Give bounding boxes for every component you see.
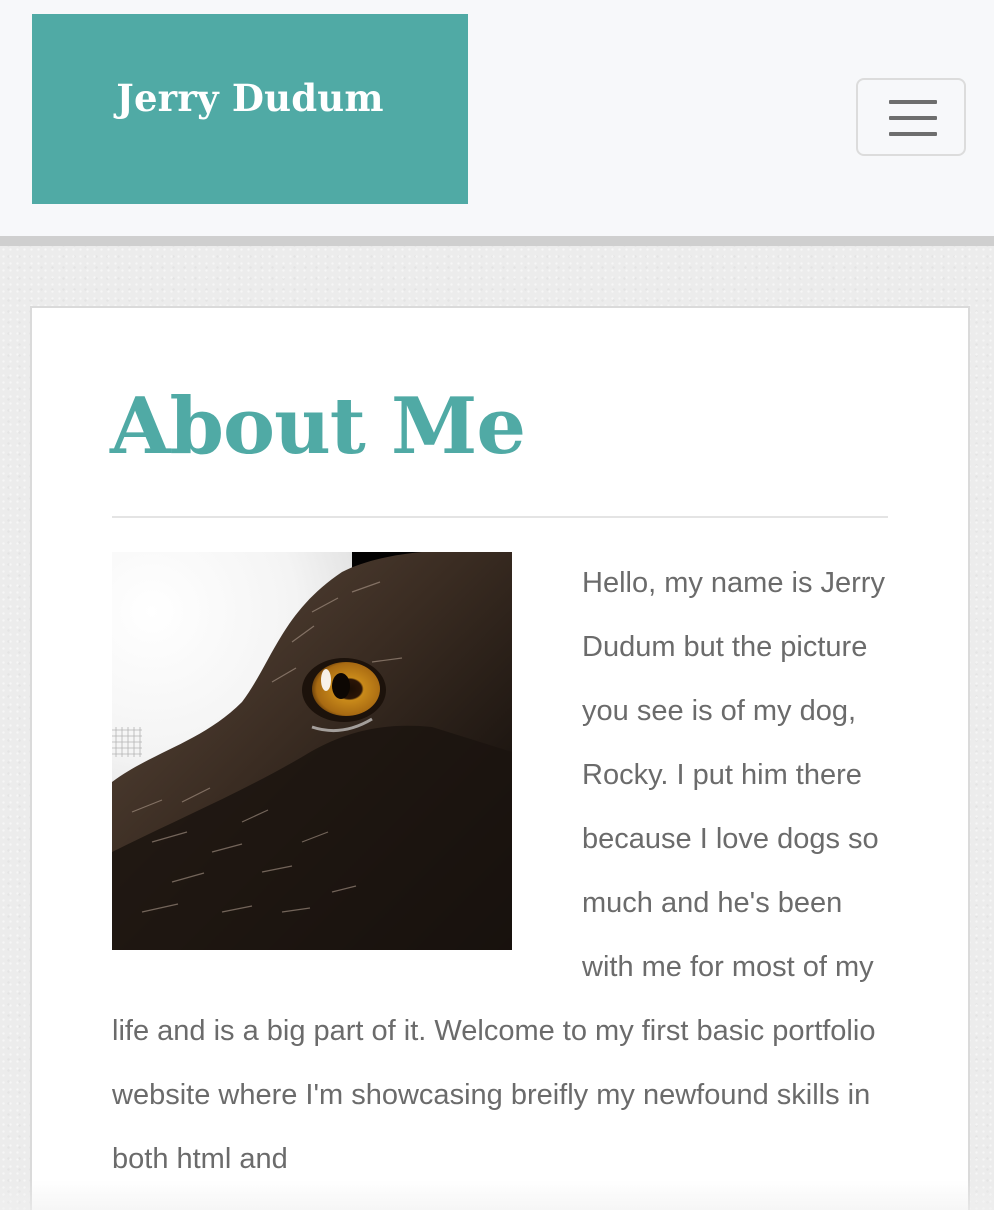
dog-photo xyxy=(112,552,512,950)
dog-eye-image xyxy=(112,552,512,950)
brand-logo-block[interactable]: Jerry Dudum xyxy=(32,14,468,204)
hamburger-menu-icon xyxy=(889,100,937,104)
bottom-shadow xyxy=(0,1180,994,1210)
title-divider xyxy=(112,516,888,518)
hamburger-menu-icon-line xyxy=(889,116,937,120)
navbar: Jerry Dudum xyxy=(0,0,994,246)
menu-toggle-button[interactable] xyxy=(856,78,966,156)
page-title: About Me xyxy=(110,381,526,472)
hamburger-menu-icon-line xyxy=(889,132,937,136)
brand-name[interactable]: Jerry Dudum xyxy=(116,76,384,120)
about-card: About Me Hello, my name is Jerry Dudum b… xyxy=(30,306,970,1210)
about-content: Hello, my name is Jerry Dudum but the pi… xyxy=(112,552,888,1191)
